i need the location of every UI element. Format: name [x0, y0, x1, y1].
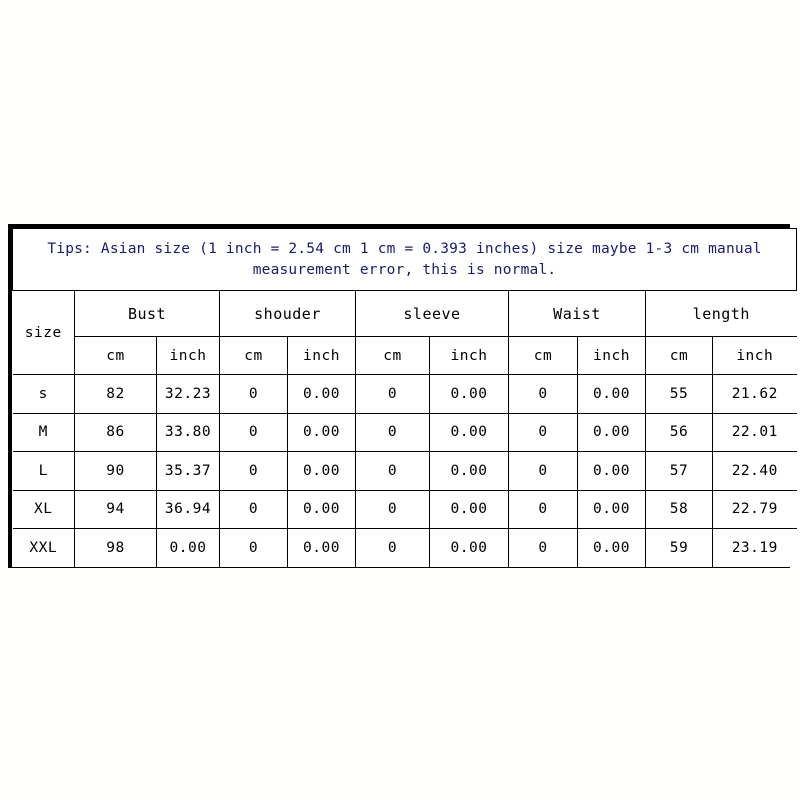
cell-length-inch: 21.62: [711, 374, 797, 414]
cell-sleeve-cm: 0: [355, 451, 430, 491]
cell-length-cm: 56: [645, 412, 713, 452]
cell-bust-cm: 90: [74, 451, 157, 491]
cell-size: XXL: [12, 528, 75, 567]
unit-header-waist-inch: inch: [577, 336, 646, 375]
cell-length-inch: 22.01: [711, 412, 797, 452]
cell-sleeve-inch: 0.00: [429, 489, 509, 529]
cell-waist-cm: 0: [508, 412, 578, 452]
unit-header-length-cm: cm: [645, 336, 713, 375]
unit-header-waist-cm: cm: [508, 336, 578, 375]
unit-header-sleeve-inch: inch: [429, 336, 509, 375]
unit-header-bust-inch: inch: [156, 336, 220, 375]
table-row: XXL 98 0.00 0 0.00 0 0.00 0 0.00 59 23.1…: [12, 528, 797, 567]
cell-waist-cm: 0: [508, 451, 578, 491]
tips-line-1: Tips: Asian size (1 inch = 2.54 cm 1 cm …: [47, 240, 762, 257]
cell-sleeve-inch: 0.00: [429, 528, 509, 567]
cell-length-cm: 59: [645, 528, 713, 567]
cell-waist-cm: 0: [508, 489, 578, 529]
cell-size: s: [12, 374, 75, 414]
tips-cell: Tips: Asian size (1 inch = 2.54 cm 1 cm …: [11, 228, 798, 291]
size-chart-table: Tips: Asian size (1 inch = 2.54 cm 1 cm …: [11, 228, 798, 567]
cell-shouder-inch: 0.00: [287, 489, 356, 529]
cell-bust-inch: 35.37: [156, 451, 220, 491]
cell-shouder-cm: 0: [219, 412, 288, 452]
cell-waist-inch: 0.00: [577, 412, 646, 452]
cell-shouder-cm: 0: [219, 451, 288, 491]
cell-sleeve-inch: 0.00: [429, 412, 509, 452]
unit-header-bust-cm: cm: [74, 336, 157, 375]
cell-shouder-inch: 0.00: [287, 374, 356, 414]
table-row: L 90 35.37 0 0.00 0 0.00 0 0.00 57 22.40: [12, 451, 797, 491]
cell-bust-inch: 33.80: [156, 412, 220, 452]
cell-bust-inch: 0.00: [156, 528, 220, 567]
cell-sleeve-inch: 0.00: [429, 374, 509, 414]
column-group-sleeve: sleeve: [355, 290, 509, 337]
unit-header-shouder-inch: inch: [287, 336, 356, 375]
table-row: M 86 33.80 0 0.00 0 0.00 0 0.00 56 22.01: [12, 412, 797, 452]
cell-sleeve-cm: 0: [355, 528, 430, 567]
cell-length-inch: 22.40: [711, 451, 797, 491]
cell-length-cm: 55: [645, 374, 713, 414]
cell-waist-inch: 0.00: [577, 489, 646, 529]
cell-waist-inch: 0.00: [577, 451, 646, 491]
cell-bust-cm: 98: [74, 528, 157, 567]
cell-waist-cm: 0: [508, 374, 578, 414]
unit-header-row: cm inch cm inch cm inch cm inch cm inch: [13, 336, 797, 375]
column-group-bust: Bust: [74, 290, 220, 337]
cell-waist-inch: 0.00: [577, 528, 646, 567]
column-group-shouder: shouder: [219, 290, 356, 337]
column-group-length: length: [644, 290, 797, 337]
cell-shouder-inch: 0.00: [287, 451, 356, 491]
cell-bust-inch: 36.94: [156, 489, 220, 529]
unit-header-length-inch: inch: [711, 336, 797, 375]
column-header-size: size: [12, 290, 75, 375]
cell-shouder-cm: 0: [219, 489, 288, 529]
cell-shouder-inch: 0.00: [287, 412, 356, 452]
cell-bust-cm: 82: [74, 374, 157, 414]
cell-sleeve-cm: 0: [355, 412, 430, 452]
cell-shouder-cm: 0: [219, 374, 288, 414]
cell-bust-inch: 32.23: [156, 374, 220, 414]
cell-size: L: [12, 451, 75, 491]
cell-size: M: [12, 412, 75, 452]
cell-sleeve-cm: 0: [355, 489, 430, 529]
cell-sleeve-inch: 0.00: [429, 451, 509, 491]
cell-shouder-inch: 0.00: [287, 528, 356, 567]
cell-bust-cm: 94: [74, 489, 157, 529]
cell-size: XL: [12, 489, 75, 529]
tips-line-2: measurement error, this is normal.: [252, 261, 557, 278]
tips-text: Tips: Asian size (1 inch = 2.54 cm 1 cm …: [13, 239, 796, 281]
unit-header-sleeve-cm: cm: [355, 336, 430, 375]
cell-bust-cm: 86: [74, 412, 157, 452]
group-header-row: size Bust shouder sleeve Waist length: [12, 290, 797, 375]
cell-length-inch: 23.19: [711, 528, 797, 567]
cell-waist-inch: 0.00: [577, 374, 646, 414]
cell-sleeve-cm: 0: [355, 374, 430, 414]
size-chart-frame: Tips: Asian size (1 inch = 2.54 cm 1 cm …: [8, 224, 798, 568]
cell-shouder-cm: 0: [219, 528, 288, 567]
table-row: s 82 32.23 0 0.00 0 0.00 0 0.00 55 21.62: [12, 374, 797, 414]
cell-length-cm: 57: [645, 451, 713, 491]
cell-length-cm: 58: [645, 489, 713, 529]
cell-length-inch: 22.79: [711, 489, 797, 529]
cell-waist-cm: 0: [508, 528, 578, 567]
unit-header-shouder-cm: cm: [219, 336, 288, 375]
tips-row: Tips: Asian size (1 inch = 2.54 cm 1 cm …: [11, 228, 798, 291]
table-row: XL 94 36.94 0 0.00 0 0.00 0 0.00 58 22.7…: [12, 489, 797, 529]
column-group-waist: Waist: [508, 290, 646, 337]
